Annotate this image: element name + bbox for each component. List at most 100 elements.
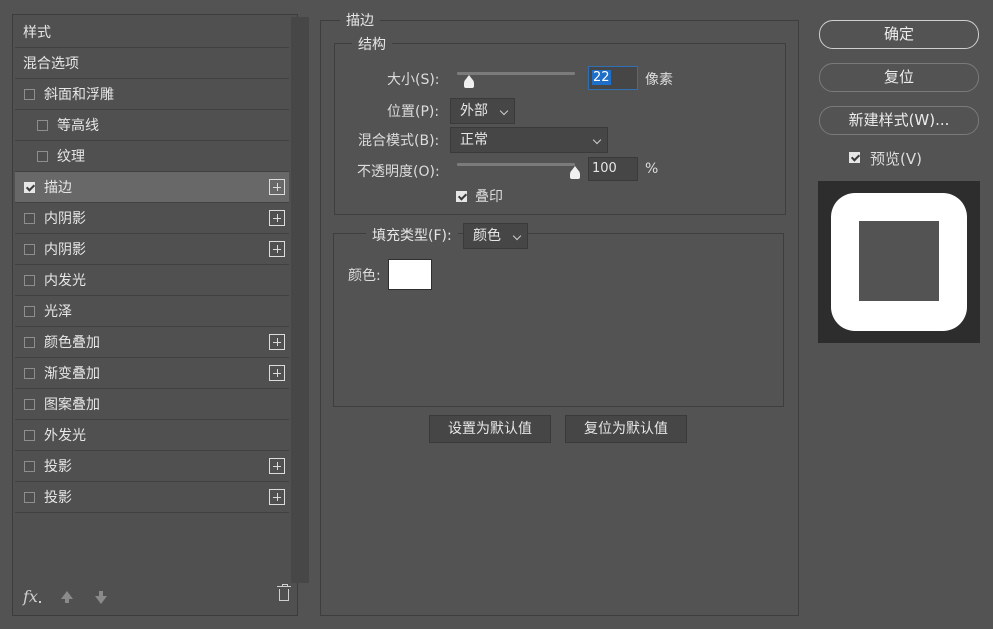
style-row-label: 投影 (44, 459, 72, 475)
style-checkbox[interactable] (37, 119, 48, 131)
style-row-label: 斜面和浮雕 (44, 87, 114, 103)
style-checkbox[interactable] (24, 305, 35, 317)
opacity-unit: % (645, 161, 659, 177)
style-checkbox[interactable] (24, 243, 35, 255)
style-preview (818, 181, 980, 343)
chevron-down-icon (499, 106, 509, 116)
preview-stroke-shape (831, 193, 967, 331)
color-label: 颜色: (348, 268, 381, 284)
reset-button[interactable]: 复位 (819, 63, 979, 92)
style-checkbox[interactable] (24, 336, 35, 348)
style-row[interactable]: 渐变叠加 (15, 358, 289, 389)
style-checkbox[interactable] (37, 150, 48, 162)
add-effect-icon[interactable] (269, 334, 285, 350)
preview-fill-shape (859, 221, 939, 301)
opacity-slider-thumb[interactable] (570, 166, 580, 179)
style-row[interactable]: 内阴影 (15, 234, 289, 265)
style-row[interactable]: 光泽 (15, 296, 289, 327)
style-row[interactable]: 样式 (15, 17, 289, 48)
style-row[interactable]: 外发光 (15, 420, 289, 451)
style-row[interactable]: 图案叠加 (15, 389, 289, 420)
chevron-down-icon (512, 231, 522, 241)
styles-scrollbar[interactable] (291, 17, 309, 583)
structure-group-title: 结构 (352, 34, 392, 54)
reset-default-button[interactable]: 复位为默认值 (565, 415, 687, 443)
position-dropdown[interactable]: 外部 (450, 98, 515, 124)
style-row[interactable]: 纹理 (15, 141, 289, 172)
color-swatch[interactable] (388, 259, 432, 290)
style-checkbox[interactable] (24, 274, 35, 286)
add-effect-icon[interactable] (269, 210, 285, 226)
add-effect-icon[interactable] (269, 489, 285, 505)
style-row-label: 样式 (23, 25, 51, 41)
fx-dropdown-dot (39, 601, 41, 603)
style-checkbox[interactable] (24, 429, 35, 441)
blend-mode-value: 正常 (460, 132, 488, 148)
size-slider[interactable] (457, 72, 575, 75)
size-label: 大小(S): (387, 72, 440, 88)
move-up-icon[interactable] (61, 591, 73, 603)
blend-mode-dropdown[interactable]: 正常 (450, 127, 608, 153)
style-row-label: 等高线 (57, 118, 99, 134)
ok-button[interactable]: 确定 (819, 20, 979, 49)
set-default-button[interactable]: 设置为默认值 (429, 415, 551, 443)
style-checkbox[interactable] (24, 181, 35, 193)
style-checkbox[interactable] (24, 367, 35, 379)
opacity-value: 100 (592, 161, 617, 176)
style-row[interactable]: 内阴影 (15, 203, 289, 234)
add-effect-icon[interactable] (269, 179, 285, 195)
style-checkbox[interactable] (24, 491, 35, 503)
style-row-label: 描边 (44, 180, 72, 196)
fx-menu-icon[interactable]: fx (23, 587, 38, 606)
size-unit: 像素 (645, 72, 673, 88)
opacity-slider[interactable] (457, 163, 575, 166)
opacity-input[interactable]: 100 (588, 157, 638, 181)
position-value: 外部 (460, 103, 488, 119)
fill-type-dropdown[interactable]: 颜色 (463, 223, 528, 249)
style-row[interactable]: 投影 (15, 451, 289, 482)
style-row[interactable]: 斜面和浮雕 (15, 79, 289, 110)
add-effect-icon[interactable] (269, 458, 285, 474)
add-effect-icon[interactable] (269, 241, 285, 257)
style-row-label: 渐变叠加 (44, 366, 100, 382)
stroke-group-title: 描边 (340, 10, 380, 30)
style-row[interactable]: 投影 (15, 482, 289, 513)
style-row-label: 颜色叠加 (44, 335, 100, 351)
size-input[interactable]: 22 (588, 66, 638, 90)
overprint-checkbox[interactable] (456, 191, 467, 202)
style-row-label: 混合选项 (23, 56, 79, 72)
move-down-icon[interactable] (95, 591, 107, 604)
style-row-label: 图案叠加 (44, 397, 100, 413)
add-effect-icon[interactable] (269, 365, 285, 381)
style-row[interactable]: 描边 (15, 172, 289, 203)
style-checkbox[interactable] (24, 460, 35, 472)
style-row[interactable]: 颜色叠加 (15, 327, 289, 358)
style-row-label: 外发光 (44, 428, 86, 444)
preview-label[interactable]: 预览(V) (870, 148, 922, 169)
style-row-label: 内阴影 (44, 211, 86, 227)
blend-mode-label: 混合模式(B): (358, 133, 440, 149)
style-row-label: 光泽 (44, 304, 72, 320)
fill-type-value: 颜色 (473, 228, 501, 244)
styles-list: 样式 混合选项 斜面和浮雕 等高线 纹理 描边 内阴影 内阴影 内发光 光泽 颜色叠加 渐变叠加 图案叠… (15, 17, 289, 513)
size-value: 22 (592, 70, 611, 85)
style-row[interactable]: 等高线 (15, 110, 289, 141)
new-style-button[interactable]: 新建样式(W)... (819, 106, 979, 135)
styles-panel: 样式 混合选项 斜面和浮雕 等高线 纹理 描边 内阴影 内阴影 内发光 光泽 颜色叠加 渐变叠加 图案叠… (12, 14, 309, 616)
style-row-label: 内发光 (44, 273, 86, 289)
style-row-label: 内阴影 (44, 242, 86, 258)
styles-footer: fx (23, 584, 291, 607)
opacity-label: 不透明度(O): (357, 164, 440, 180)
style-checkbox[interactable] (24, 398, 35, 410)
style-row[interactable]: 混合选项 (15, 48, 289, 79)
overprint-label[interactable]: 叠印 (475, 186, 503, 206)
chevron-down-icon (592, 135, 602, 145)
trash-icon[interactable] (277, 584, 291, 601)
preview-checkbox[interactable] (849, 152, 860, 163)
fill-type-label: 填充类型(F): (366, 225, 458, 245)
style-checkbox[interactable] (24, 212, 35, 224)
style-row[interactable]: 内发光 (15, 265, 289, 296)
style-checkbox[interactable] (24, 88, 35, 100)
size-slider-thumb[interactable] (463, 75, 474, 88)
style-row-label: 投影 (44, 490, 72, 506)
